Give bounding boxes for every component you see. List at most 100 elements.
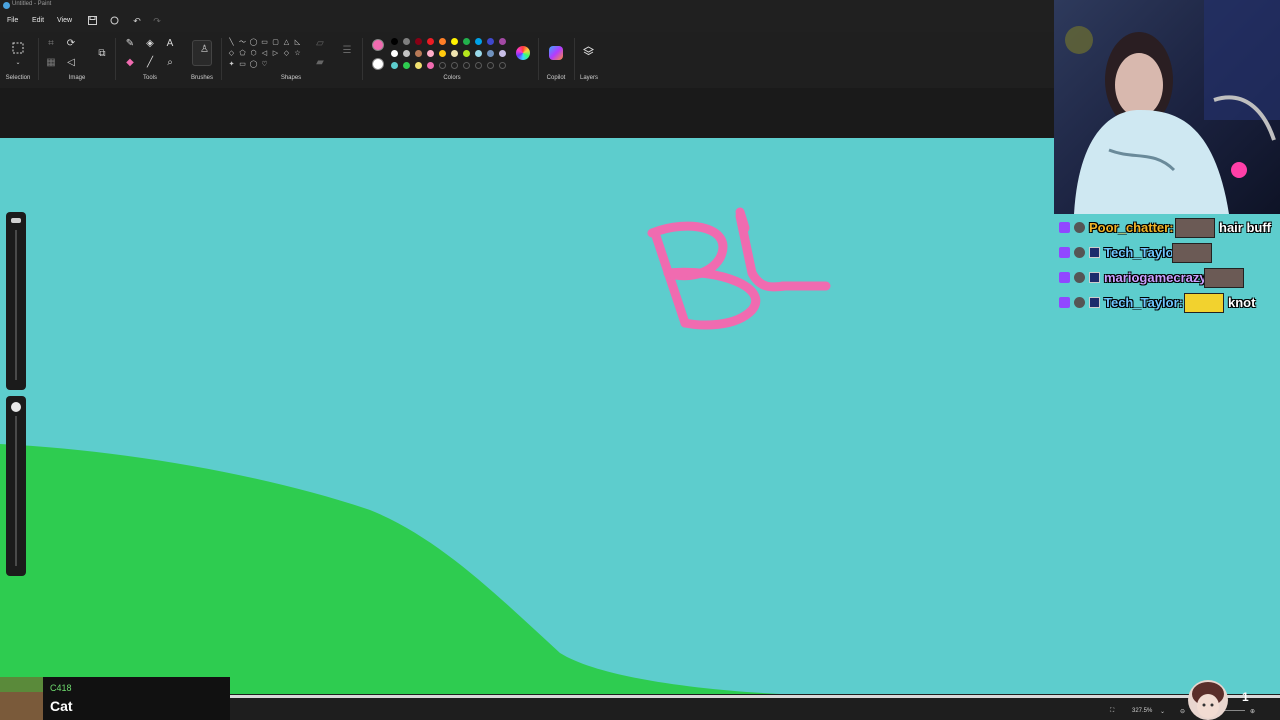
workspace-gutter (0, 88, 1054, 138)
line-size-icon[interactable]: ☰ (340, 44, 354, 58)
color-swatch[interactable] (415, 62, 422, 69)
color-swatch[interactable] (463, 38, 470, 45)
shape-icon[interactable]: ◯ (248, 59, 259, 70)
color-swatch[interactable] (427, 38, 434, 45)
shape-icon[interactable]: ◇ (226, 48, 237, 59)
color-swatch[interactable] (403, 50, 410, 57)
zoom-level[interactable]: 327.5% (1132, 708, 1152, 714)
slider-cap-icon (11, 218, 21, 223)
color-swatch[interactable] (475, 50, 482, 57)
twitch-badge-icon (1059, 222, 1070, 233)
flip-icon[interactable]: ◁ (64, 56, 78, 70)
layers-icon[interactable] (581, 46, 595, 62)
shape-icon[interactable]: ▢ (270, 37, 281, 48)
custom-color-slot[interactable] (487, 62, 494, 69)
color-swatch[interactable] (487, 50, 494, 57)
primary-color-swatch[interactable] (372, 39, 384, 51)
opacity-slider[interactable] (6, 396, 26, 576)
eraser-icon[interactable]: ◆ (123, 56, 137, 70)
now-playing-title: Cat (50, 698, 73, 714)
color-swatch[interactable] (415, 38, 422, 45)
shape-icon[interactable]: ◯ (248, 37, 259, 48)
fill-style-icon[interactable]: ▰ (313, 56, 327, 70)
color-swatch[interactable] (391, 62, 398, 69)
emote-image (1204, 268, 1244, 288)
shape-icon[interactable]: ☆ (292, 48, 303, 59)
color-swatch[interactable] (391, 38, 398, 45)
shape-icon[interactable]: △ (281, 37, 292, 48)
secondary-color-swatch[interactable] (372, 58, 384, 70)
color-picker-icon[interactable]: ╱ (143, 56, 157, 70)
window-title: Untitled - Paint (12, 1, 52, 7)
shape-icon[interactable]: ✦ (226, 59, 237, 70)
shape-icon[interactable]: ▭ (237, 59, 248, 70)
shape-icon[interactable]: ◇ (281, 48, 292, 59)
color-swatch[interactable] (439, 38, 446, 45)
shape-icon[interactable]: 〜 (237, 37, 248, 48)
copilot-icon[interactable] (549, 46, 563, 60)
shape-icon[interactable]: ◁ (259, 48, 270, 59)
text-tool-icon[interactable]: A (163, 37, 177, 51)
share-icon[interactable] (108, 16, 120, 27)
crop-icon[interactable]: ⌗ (44, 37, 58, 51)
custom-color-slot[interactable] (439, 62, 446, 69)
menu-file[interactable]: File (7, 17, 18, 24)
image-select-icon[interactable]: ▦ (44, 56, 58, 70)
fit-to-window-icon[interactable]: ⛶ (1110, 708, 1114, 715)
group-label-colors: Colors (443, 75, 461, 81)
brush-size-slider[interactable] (6, 212, 26, 390)
chatter-badge-icon (1074, 297, 1085, 308)
chat-message: Tech_Taylor: knot (1056, 291, 1280, 315)
color-swatch[interactable] (415, 50, 422, 57)
fill-icon[interactable]: ◈ (143, 37, 157, 51)
color-swatch[interactable] (403, 62, 410, 69)
color-swatch[interactable] (487, 38, 494, 45)
chevron-down-icon[interactable]: ⌄ (1160, 708, 1165, 715)
color-swatch[interactable] (403, 38, 410, 45)
color-swatch[interactable] (427, 62, 434, 69)
custom-color-slot[interactable] (475, 62, 482, 69)
custom-color-slot[interactable] (463, 62, 470, 69)
chat-username: Poor_chatter: (1089, 220, 1174, 235)
custom-color-slot[interactable] (451, 62, 458, 69)
pencil-icon[interactable]: ✎ (123, 37, 137, 51)
color-swatch[interactable] (499, 38, 506, 45)
color-swatch[interactable] (439, 50, 446, 57)
chevron-down-icon[interactable]: ⌄ (11, 56, 25, 70)
save-icon[interactable] (86, 16, 98, 27)
title-bar: Untitled - Paint (0, 0, 1054, 12)
zoom-in-icon[interactable]: ⊕ (1250, 708, 1255, 715)
brushes-button[interactable]: ♙ (192, 40, 212, 66)
color-swatch[interactable] (451, 38, 458, 45)
menu-view[interactable]: View (57, 17, 72, 24)
emote-image (1175, 218, 1215, 238)
shape-icon[interactable]: ⬡ (248, 48, 259, 59)
color-swatch[interactable] (499, 50, 506, 57)
rotate-icon[interactable]: ⟳ (64, 37, 78, 51)
redo-icon[interactable]: ↷ (151, 16, 163, 27)
menu-edit[interactable]: Edit (32, 17, 44, 24)
group-label-image: Image (68, 75, 86, 81)
zoom-out-icon[interactable]: ⊖ (1180, 708, 1185, 715)
shape-icon[interactable]: ▷ (270, 48, 281, 59)
shape-icon[interactable]: ╲ (226, 37, 237, 48)
magnifier-icon[interactable]: ⌕ (163, 56, 177, 70)
color-swatch[interactable] (391, 50, 398, 57)
color-palette (391, 38, 511, 72)
color-swatch[interactable] (463, 50, 470, 57)
color-wheel-icon[interactable] (516, 46, 530, 60)
horizontal-scrollbar[interactable] (230, 695, 1280, 698)
color-swatch[interactable] (451, 50, 458, 57)
chatter-badge-icon (1074, 272, 1085, 283)
slider-knob[interactable] (11, 402, 21, 412)
custom-color-slot[interactable] (499, 62, 506, 69)
shape-icon[interactable]: ▭ (259, 37, 270, 48)
color-swatch[interactable] (475, 38, 482, 45)
color-swatch[interactable] (427, 50, 434, 57)
shape-icon[interactable]: ⬠ (237, 48, 248, 59)
resize-icon[interactable]: ⧉ (95, 47, 109, 61)
shape-icon[interactable]: ◺ (292, 37, 303, 48)
shape-icon[interactable]: ♡ (259, 59, 270, 70)
undo-icon[interactable]: ↶ (131, 16, 143, 27)
outline-icon[interactable]: ▱ (313, 37, 327, 51)
